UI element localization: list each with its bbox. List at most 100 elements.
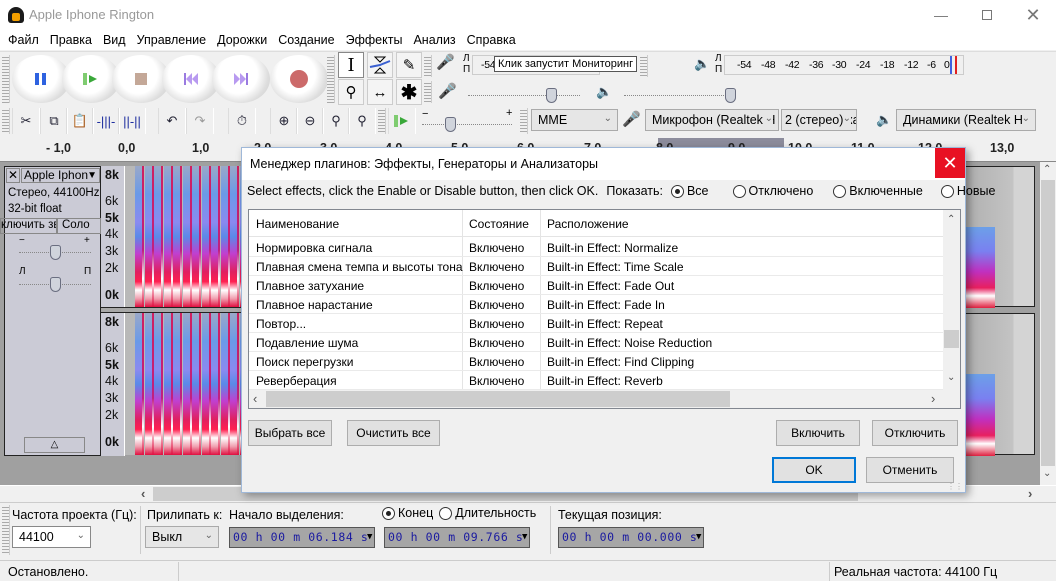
resize-grip-icon[interactable]: ⋮⋮	[947, 483, 963, 491]
menu-tracks[interactable]: Дорожки	[213, 30, 271, 50]
solo-button[interactable]: Соло	[57, 218, 101, 234]
menu-view[interactable]: Вид	[99, 30, 130, 50]
maximize-button[interactable]	[964, 0, 1010, 30]
collapse-track-button[interactable]: △	[24, 437, 85, 453]
scroll-right-icon[interactable]: ›	[931, 391, 935, 406]
gain-slider[interactable]	[19, 245, 91, 261]
selection-end-time[interactable]: 00 h 00 m 09.766 s ▼	[384, 527, 530, 548]
end-radio[interactable]	[382, 506, 395, 520]
selection-tool[interactable]: I	[338, 52, 364, 78]
trim-button[interactable]: -|||-	[92, 108, 120, 134]
fit-selection-button[interactable]: ⚲	[322, 108, 350, 134]
play-at-speed-button[interactable]	[388, 108, 416, 134]
scroll-thumb[interactable]	[266, 391, 730, 407]
slider-thumb[interactable]	[545, 88, 557, 103]
ok-button[interactable]: OK	[772, 457, 856, 483]
filter-all-radio[interactable]: Все	[670, 184, 709, 198]
copy-button[interactable]: ⧉	[40, 108, 68, 134]
time-shift-tool[interactable]: ↔	[367, 79, 393, 105]
cancel-button[interactable]: Отменить	[866, 457, 954, 483]
play-meter-speaker-icon[interactable]: 🔈	[694, 56, 710, 72]
play-speed-slider[interactable]: − +	[420, 107, 515, 132]
fit-project-button[interactable]: ⚲	[348, 108, 376, 134]
close-button[interactable]: ✕	[1010, 0, 1056, 30]
disable-button[interactable]: Отключить	[872, 420, 958, 446]
track-name-menu[interactable]: Apple Iphon ▼	[21, 168, 100, 183]
record-meter-button[interactable]: 🎤	[436, 53, 462, 77]
select-all-button[interactable]: Выбрать все	[248, 420, 332, 446]
plugin-row[interactable]: Подавление шума Включено Built-in Effect: …	[249, 333, 943, 352]
slider-thumb[interactable]	[724, 88, 736, 103]
list-vertical-scrollbar[interactable]: ⌃ ⌄	[943, 210, 960, 390]
spectrogram-left-channel[interactable]	[125, 166, 249, 307]
zoom-out-button[interactable]: ⊖	[296, 108, 324, 134]
project-rate-select[interactable]: 44100 ⌄	[12, 526, 91, 548]
scroll-left-icon[interactable]: ‹	[253, 391, 257, 406]
envelope-tool[interactable]	[367, 52, 393, 78]
menu-effect[interactable]: Эффекты	[342, 30, 407, 50]
vertical-scrollbar[interactable]: ⌃ ⌄	[1040, 162, 1056, 485]
toolbar-grip[interactable]	[424, 81, 432, 103]
plugin-row[interactable]: Плавная смена темпа и высоты тона Включен…	[249, 257, 943, 276]
redo-button[interactable]: ↷	[186, 108, 214, 134]
toolbar-grip[interactable]	[520, 108, 528, 134]
list-horizontal-scrollbar[interactable]: ‹ ›	[249, 390, 960, 408]
toolbar-grip[interactable]	[424, 55, 432, 77]
toolbar-grip[interactable]	[2, 505, 10, 555]
toolbar-grip[interactable]	[327, 55, 335, 103]
column-header-name[interactable]: Наименование	[256, 217, 339, 231]
scroll-up-icon[interactable]: ⌃	[947, 214, 955, 225]
output-device-select[interactable]: Динамики (Realtek H ⌄	[896, 109, 1036, 131]
plugin-list[interactable]: Наименование Состояние Расположение Норм…	[248, 209, 961, 409]
length-radio[interactable]	[439, 506, 453, 520]
mute-button[interactable]: ключить звук	[0, 218, 57, 234]
plugin-row[interactable]: Плавное нарастание Включено Built-in Effec…	[249, 295, 943, 314]
playback-volume-slider[interactable]	[622, 81, 740, 103]
filter-disabled-radio[interactable]: Отключено	[732, 184, 813, 198]
sync-lock-button[interactable]: ⏱	[228, 108, 256, 134]
paste-button[interactable]: 📋	[66, 108, 94, 134]
input-device-select[interactable]: Микрофон (Realtek H ⌄	[645, 109, 779, 131]
toolbar-grip[interactable]	[2, 108, 10, 134]
snap-to-select[interactable]: Выкл ⌄	[145, 526, 219, 548]
plugin-row[interactable]: Реверберация Включено Built-in Effect: Rev…	[249, 371, 943, 390]
record-volume-slider[interactable]	[466, 81, 584, 103]
toolbar-grip[interactable]	[378, 108, 386, 134]
toolbar-grip[interactable]	[640, 55, 648, 77]
scroll-down-icon[interactable]: ⌄	[1043, 468, 1051, 479]
silence-button[interactable]: ||-||	[118, 108, 146, 134]
menu-file[interactable]: Файл	[4, 30, 43, 50]
toolbar-grip[interactable]	[2, 55, 10, 103]
enable-button[interactable]: Включить	[776, 420, 860, 446]
column-header-state[interactable]: Состояние	[469, 217, 529, 231]
scroll-right-icon[interactable]: ›	[1028, 486, 1032, 501]
filter-enabled-radio[interactable]: Включенные	[833, 184, 923, 198]
menu-help[interactable]: Справка	[463, 30, 520, 50]
selection-start-time[interactable]: 00 h 00 m 06.184 s ▼	[229, 527, 375, 548]
track-close-button[interactable]: ✕	[6, 168, 20, 183]
plugin-row[interactable]: Плавное затухание Включено Built-in Effect…	[249, 276, 943, 295]
menu-generate[interactable]: Создание	[274, 30, 338, 50]
undo-button[interactable]: ↶	[158, 108, 186, 134]
current-position-time[interactable]: 00 h 00 m 00.000 s ▼	[558, 527, 704, 548]
skip-to-end-button[interactable]	[212, 55, 270, 103]
filter-new-radio[interactable]: Новые	[940, 184, 995, 198]
playback-meter[interactable]: -54 -48 -42 -36 -30 -24 -18 -12 -6 0	[724, 55, 964, 75]
scroll-thumb[interactable]	[944, 330, 959, 348]
menu-edit[interactable]: Правка	[46, 30, 96, 50]
multi-tool[interactable]: ✱	[396, 79, 422, 105]
scroll-thumb[interactable]	[1041, 180, 1055, 466]
column-header-path[interactable]: Расположение	[547, 217, 629, 231]
pan-slider[interactable]	[19, 277, 91, 293]
clear-all-button[interactable]: Очистить все	[347, 420, 440, 446]
cut-button[interactable]: ✂	[12, 108, 40, 134]
slider-thumb[interactable]	[50, 277, 61, 292]
zoom-in-button[interactable]: ⊕	[270, 108, 298, 134]
scroll-up-icon[interactable]: ⌃	[1043, 164, 1051, 175]
input-channels-select[interactable]: 2 (стерео) ка ⌄	[781, 109, 857, 131]
plugin-row[interactable]: Поиск перегрузки Включено Built-in Effect:…	[249, 352, 943, 371]
slider-thumb[interactable]	[50, 245, 61, 260]
minimize-button[interactable]: —	[918, 0, 964, 30]
slider-thumb[interactable]	[445, 117, 457, 132]
scroll-left-icon[interactable]: ‹	[141, 486, 145, 501]
